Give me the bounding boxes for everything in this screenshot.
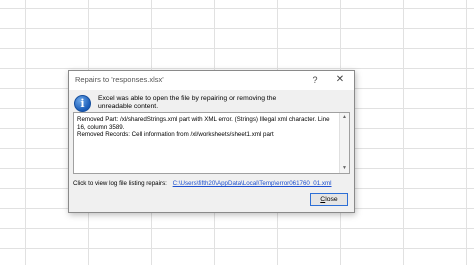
dialog-titlebar: Repairs to 'responses.xlsx' ? ✕ (69, 71, 354, 90)
close-button[interactable]: Close (310, 193, 348, 206)
info-icon: i (74, 95, 91, 112)
repair-details-box[interactable]: Removed Part: /xl/sharedStrings.xml part… (73, 112, 350, 174)
log-file-label: Click to view log file listing repairs: (73, 180, 167, 187)
repairs-dialog: Repairs to 'responses.xlsx' ? ✕ i Excel … (68, 70, 355, 213)
dialog-title: Repairs to 'responses.xlsx' (75, 75, 164, 84)
log-file-row: Click to view log file listing repairs: … (73, 180, 353, 188)
close-icon[interactable]: ✕ (332, 73, 348, 87)
details-scrollbar[interactable]: ▲ ▼ (339, 113, 349, 173)
help-icon[interactable]: ? (307, 73, 323, 87)
close-button-label: lose (325, 196, 338, 203)
scroll-down-icon[interactable]: ▼ (340, 164, 349, 173)
log-file-link[interactable]: C:\Users\fifth20\AppData\Local\Temp\erro… (173, 180, 332, 187)
dialog-message: Excel was able to open the file by repai… (98, 95, 277, 110)
repair-details-text: Removed Part: /xl/sharedStrings.xml part… (77, 116, 330, 138)
scroll-up-icon[interactable]: ▲ (340, 113, 349, 122)
